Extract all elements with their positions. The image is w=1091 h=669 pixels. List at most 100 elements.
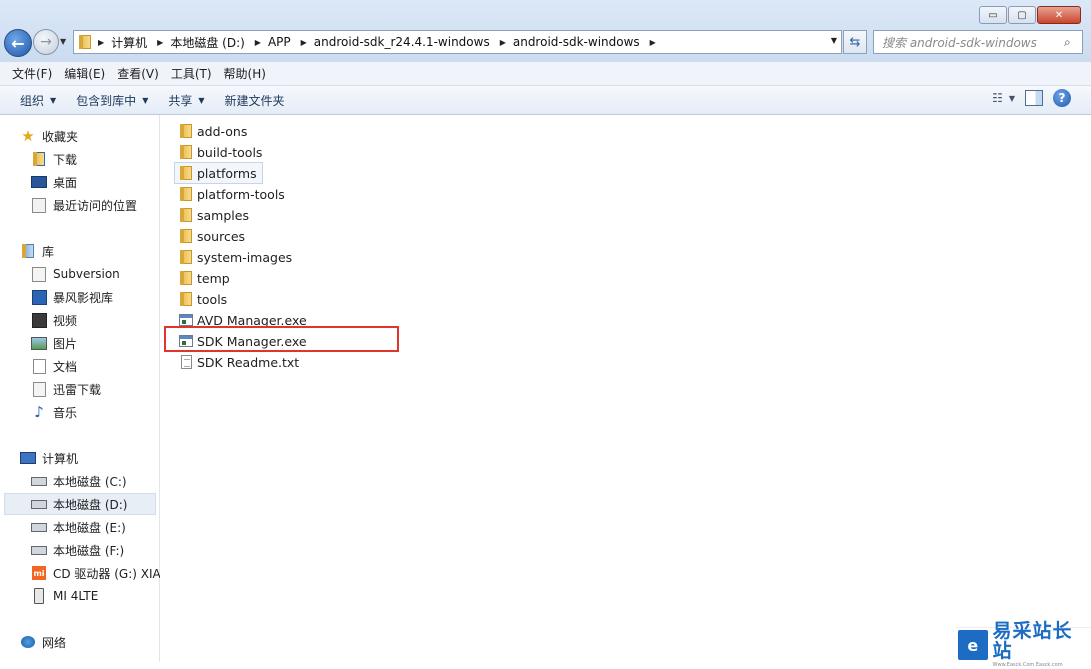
network-icon [20,634,36,650]
close-button[interactable]: ✕ [1037,6,1081,24]
sidebar-item-cd-drive-g[interactable]: mi CD 驱动器 (G:) XIA [31,562,161,584]
sidebar-item-drive-e[interactable]: 本地磁盘 (E:) [31,516,126,538]
sidebar-item-music[interactable]: ♪ 音乐 [31,401,77,423]
computer-icon [20,450,36,466]
file-list: add-ons build-tools platforms platform-t… [160,115,1091,662]
back-button[interactable]: ← [4,29,32,57]
list-item[interactable]: platform-tools [178,184,285,204]
folder-icon [178,228,194,244]
sidebar-item-mi-4lte[interactable]: MI 4LTE [31,585,98,607]
film-icon [31,312,47,328]
chevron-right-icon[interactable]: ▶ [255,38,261,47]
list-item[interactable]: samples [178,205,249,225]
menu-view[interactable]: 查看(V) [111,65,165,82]
watermark-subtitle: Www.Easck.Com Easck.com [992,662,1063,668]
folder-icon [178,249,194,265]
sidebar-item-subversion[interactable]: Subversion [31,263,120,285]
breadcrumb-app[interactable]: ▶ APP [253,31,299,53]
download-library-icon [31,381,47,397]
chevron-right-icon[interactable]: ▶ [500,38,506,47]
sidebar-item-baofeng-library[interactable]: 暴风影视库 [31,286,113,308]
folder-icon [74,35,96,49]
sidebar-item-drive-f[interactable]: 本地磁盘 (F:) [31,539,124,561]
chevron-right-icon[interactable]: ▶ [157,38,163,47]
change-view-button[interactable]: ☷ ▼ [992,91,1015,105]
address-dropdown-icon[interactable]: ▼ [831,36,837,45]
window-controls: ▭ ▢ ✕ [979,6,1081,24]
breadcrumb-drive-d[interactable]: ▶ 本地磁盘 (D:) [155,31,253,53]
sidebar-item-xunlei-downloads[interactable]: 迅雷下载 [31,378,101,400]
watermark-title: 易采站长站 [992,620,1073,662]
organize-button[interactable]: 组织 ▼ [10,92,66,109]
text-file-icon [178,354,194,370]
list-item[interactable]: sources [178,226,245,246]
chevron-right-icon[interactable]: ▶ [98,38,104,47]
drive-icon [31,519,47,535]
star-icon: ★ [21,127,35,145]
menu-tools[interactable]: 工具(T) [165,65,218,82]
chevron-down-icon: ▼ [142,95,149,105]
sidebar-item-pictures[interactable]: 图片 [31,332,77,354]
list-item[interactable]: temp [178,268,230,288]
sidebar-favorites[interactable]: ★ 收藏夹 [20,125,78,147]
navigation-pane: ★ 收藏夹 下载 桌面 最近访问的位置 库 Subversion 暴风影视库 视… [0,115,161,662]
easck-logo-icon: e [958,630,988,660]
help-icon[interactable]: ? [1053,89,1071,107]
list-item[interactable]: SDK Readme.txt [178,352,299,372]
sidebar-item-downloads[interactable]: 下载 [31,148,77,170]
share-button[interactable]: 共享 ▼ [158,92,214,109]
search-box[interactable]: 搜索 android-sdk-windows ⌕ [873,30,1083,54]
recent-places-icon [31,197,47,213]
include-in-library-button[interactable]: 包含到库中 ▼ [66,92,158,109]
folder-icon [178,123,194,139]
new-folder-button[interactable]: 新建文件夹 [215,92,295,109]
download-folder-icon [31,151,47,167]
recent-pages-dropdown[interactable]: ▼ [60,37,66,46]
list-item[interactable]: tools [178,289,227,309]
menu-help[interactable]: 帮助(H) [218,65,272,82]
breadcrumb-sdk-windows[interactable]: ▶ android-sdk-windows ▶ [498,31,663,53]
mi-logo-icon: mi [31,565,47,581]
folder-icon [178,270,194,286]
library-icon [20,243,36,259]
search-input[interactable]: 搜索 android-sdk-windows [874,34,1064,51]
sidebar-item-documents[interactable]: 文档 [31,355,77,377]
sidebar-computer[interactable]: 计算机 [20,447,78,469]
title-bar: ▭ ▢ ✕ ← → ▼ ▶ 计算机 ▶ 本地磁盘 (D:) ▶ APP ▶ androi… [0,0,1091,62]
video-library-icon [31,289,47,305]
forward-button[interactable]: → [33,29,59,55]
folder-icon [178,144,194,160]
music-note-icon: ♪ [34,403,44,421]
menu-bar: 文件(F) 编辑(E) 查看(V) 工具(T) 帮助(H) [0,62,1091,86]
chevron-right-icon[interactable]: ▶ [301,38,307,47]
chevron-down-icon: ▼ [50,95,57,105]
sidebar-item-desktop[interactable]: 桌面 [31,171,77,193]
menu-file[interactable]: 文件(F) [6,65,58,82]
picture-icon [31,335,47,351]
desktop-icon [31,174,47,190]
sidebar-item-videos[interactable]: 视频 [31,309,77,331]
minimize-button[interactable]: ▭ [979,6,1007,24]
maximize-button[interactable]: ▢ [1008,6,1036,24]
list-item[interactable]: add-ons [178,121,247,141]
list-item[interactable]: platforms [174,162,263,184]
command-bar: 组织 ▼ 包含到库中 ▼ 共享 ▼ 新建文件夹 ☷ ▼ ? [0,86,1091,115]
sidebar-libraries[interactable]: 库 [20,240,54,262]
address-bar[interactable]: ▶ 计算机 ▶ 本地磁盘 (D:) ▶ APP ▶ android-sdk_r24.4.… [73,30,842,54]
breadcrumb-computer[interactable]: ▶ 计算机 [96,31,155,53]
sidebar-item-recent-places[interactable]: 最近访问的位置 [31,194,137,216]
folder-icon [178,291,194,307]
list-item[interactable]: system-images [178,247,292,267]
preview-pane-icon[interactable] [1025,90,1043,106]
phone-icon [31,588,47,604]
refresh-button[interactable]: ⇆ [843,30,867,54]
sidebar-item-drive-d[interactable]: 本地磁盘 (D:) [4,493,156,515]
sidebar-item-drive-c[interactable]: 本地磁盘 (C:) [31,470,127,492]
chevron-right-icon[interactable]: ▶ [650,38,656,47]
menu-edit[interactable]: 编辑(E) [58,65,111,82]
chevron-down-icon: ▼ [1008,93,1015,103]
list-item[interactable]: build-tools [178,142,262,162]
sidebar-network[interactable]: 网络 [20,631,66,653]
folder-icon [178,186,194,202]
breadcrumb-sdk-release[interactable]: ▶ android-sdk_r24.4.1-windows [299,31,498,53]
